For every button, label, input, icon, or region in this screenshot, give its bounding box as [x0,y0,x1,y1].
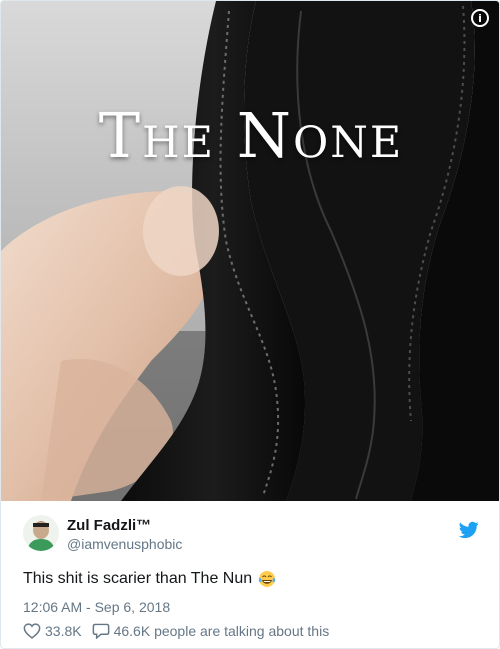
author-handle[interactable]: @iamvenusphobic [67,536,182,552]
wallet-illustration [1,1,499,501]
tweet-embed-card: The None i Zul Fadzli™ @iamvenusphobic T… [0,0,500,649]
twitter-bird-icon[interactable] [459,521,479,539]
tweet-timestamp[interactable]: 12:06 AM - Sep 6, 2018 [23,599,479,615]
info-icon[interactable]: i [471,9,489,27]
author-name[interactable]: Zul Fadzli™ [67,517,151,534]
face-with-tears-of-joy-icon [258,571,276,587]
heart-icon [23,623,41,639]
speech-bubble-icon [92,623,109,639]
avatar[interactable] [23,515,59,551]
replies-label: 46.6K people are talking about this [113,623,330,639]
tweet-text-content: This shit is scarier than The Nun [23,570,253,587]
tweet-body: Zul Fadzli™ @iamvenusphobic This shit is… [1,501,499,648]
tweet-actions: 33.8K 46.6K people are talking about thi… [23,623,479,639]
tweet-text: This shit is scarier than The Nun [23,567,479,591]
tweet-header: Zul Fadzli™ @iamvenusphobic [23,515,479,555]
replies-link[interactable]: 46.6K people are talking about this [92,623,330,639]
avatar-image [23,515,59,551]
like-button[interactable]: 33.8K [23,623,82,639]
tweet-photo[interactable]: The None i [1,1,499,501]
meme-title: The None [98,99,404,172]
like-count: 33.8K [45,623,82,639]
